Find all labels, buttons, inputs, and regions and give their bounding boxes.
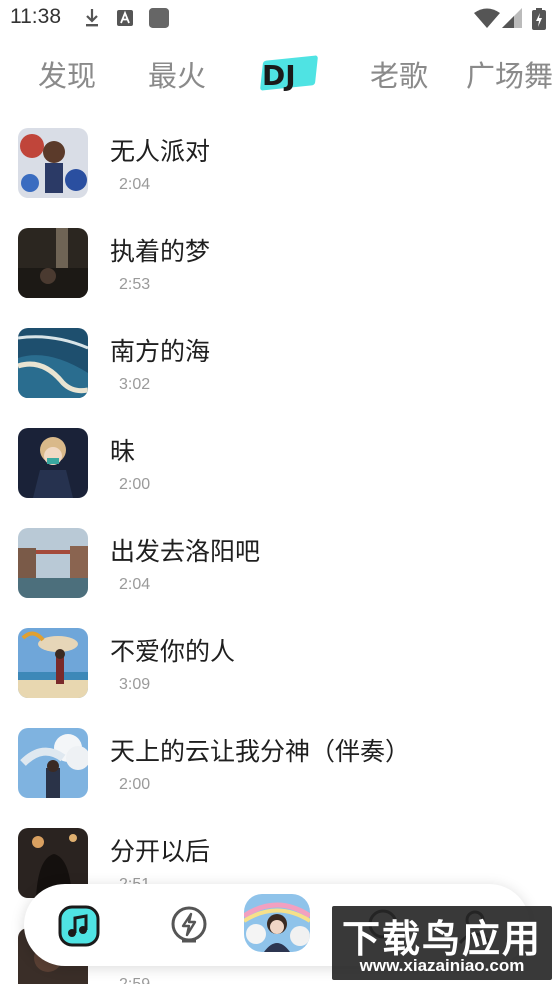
song-cover [18,328,88,398]
song-cover [18,428,88,498]
song-cover [18,728,88,798]
tab-dj[interactable]: DJ [262,52,296,100]
song-duration: 2:53 [119,276,151,293]
song-item[interactable]: 执着的梦 2:53 [0,226,554,326]
song-duration: 2:04 [119,176,151,193]
song-duration: 3:02 [119,376,151,393]
song-title: 不爱你的人 [110,637,236,666]
song-title: 分开以后 [110,837,211,866]
status-time: 11:38 [10,5,61,28]
song-cover [18,228,88,298]
watermark-url: www.xiazainiao.com [359,956,525,975]
song-title: 南方的海 [110,337,211,366]
song-title: 执着的梦 [110,237,211,266]
a-badge-icon [117,10,133,26]
song-title: 无人派对 [110,137,211,166]
watermark-main: 下载鸟应用 [341,917,542,961]
tab-hottest[interactable]: 最火 [148,52,206,100]
signal-icon [502,8,522,28]
song-item[interactable]: 不爱你的人 3:09 [0,626,554,726]
wifi-icon [474,8,500,28]
song-item[interactable]: 南方的海 3:02 [0,326,554,426]
song-duration: 2:04 [119,576,151,593]
square-app-icon [149,8,169,28]
now-playing-cover[interactable] [244,894,310,952]
lightning-icon[interactable] [168,905,210,947]
song-item[interactable]: 天上的云让我分神（伴奏） 2:00 [0,726,554,826]
song-item[interactable]: 无人派对 2:04 [0,126,554,226]
song-item[interactable]: 出发去洛阳吧 2:04 [0,526,554,626]
song-title: 昧 [110,437,136,466]
watermark: 下载鸟应用 www.xiazainiao.com [332,906,552,980]
song-duration: 2:00 [119,476,151,493]
song-cover [18,628,88,698]
status-bar: 11:38 [0,0,554,38]
song-item[interactable]: 昧 2:00 [0,426,554,526]
download-icon [86,9,98,27]
song-cover [18,128,88,198]
tab-discover[interactable]: 发现 [38,52,96,100]
song-title: 天上的云让我分神（伴奏） [110,737,411,766]
battery-icon [532,8,546,30]
song-title: 出发去洛阳吧 [110,537,261,566]
song-duration: 3:09 [119,676,151,693]
music-note-icon[interactable] [58,905,100,947]
category-tabs: 发现 最火 DJ 老歌 广场舞 [0,52,554,100]
tab-oldies[interactable]: 老歌 [370,52,428,100]
song-cover [18,528,88,598]
song-duration: 2:59 [119,976,150,984]
tab-square-dance[interactable]: 广场舞 [466,52,553,100]
song-duration: 2:00 [119,776,151,793]
